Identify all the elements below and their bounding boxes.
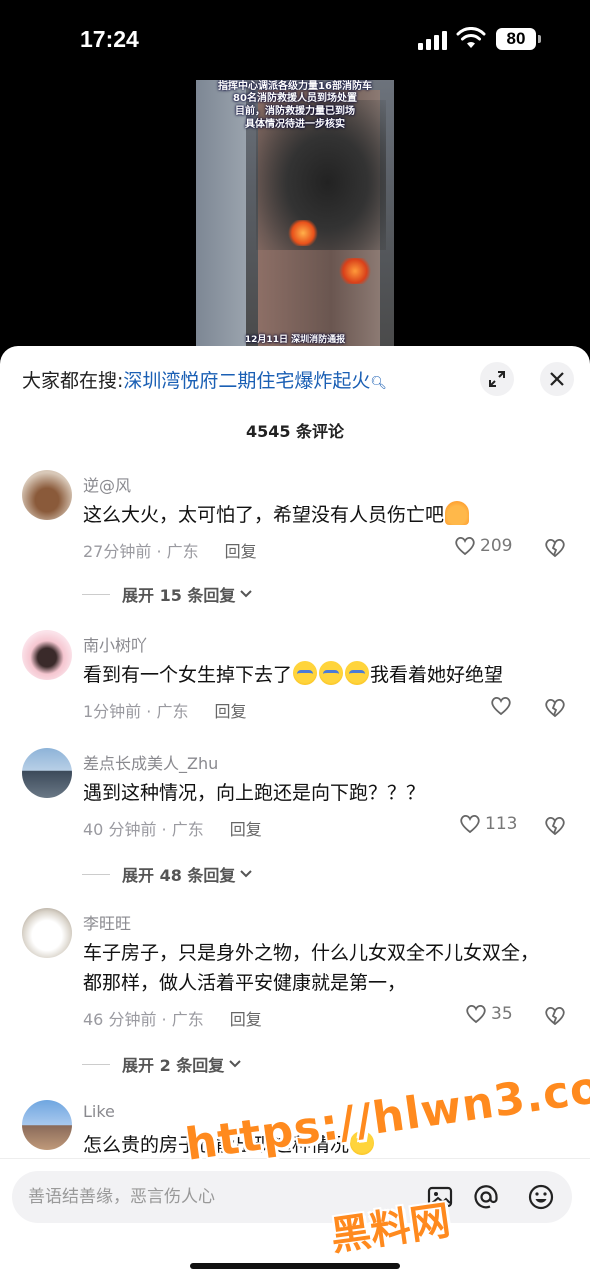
divider: [82, 593, 110, 595]
chevron-down-icon: [240, 590, 253, 598]
video-caption: 80名消防救援人员到场处置: [233, 93, 357, 104]
heart-icon: [491, 696, 511, 716]
dislike-icon[interactable]: [544, 816, 566, 836]
expand-sheet-button[interactable]: [480, 362, 514, 396]
expand-replies-button[interactable]: 展开 48 条回复: [82, 862, 254, 886]
comment-text: 看到有一个女生掉下去了 我看着她好绝望: [83, 660, 553, 690]
reply-button[interactable]: 回复: [230, 1010, 262, 1029]
crying-emoji-icon: [345, 661, 370, 685]
search-suggestion[interactable]: 大家都在搜:深圳湾悦府二期住宅爆炸起火🔍︎: [22, 366, 387, 393]
comment-username[interactable]: 差点长成美人_Zhu: [83, 750, 218, 774]
video-fire: [338, 258, 372, 284]
search-suggestion-prefix: 大家都在搜:: [22, 370, 124, 392]
crying-emoji-icon: [293, 661, 318, 685]
like-button[interactable]: 113: [459, 814, 517, 834]
search-icon: 🔍︎: [370, 376, 387, 391]
expand-replies-button[interactable]: 展开 15 条回复: [82, 582, 254, 606]
video-player[interactable]: 指挥中心调派各级力量16部消防车 80名消防救援人员到场处置 目前，消防救援力量…: [196, 80, 394, 350]
avatar[interactable]: [22, 908, 72, 958]
reply-button[interactable]: 回复: [230, 820, 262, 839]
battery-icon: 80: [496, 28, 536, 50]
comments-count: 4545 条评论: [245, 422, 345, 441]
reply-button[interactable]: 回复: [225, 542, 257, 561]
dislike-icon[interactable]: [544, 698, 566, 718]
divider: [82, 1063, 110, 1065]
like-button[interactable]: 35: [465, 1004, 513, 1024]
at-mention-icon[interactable]: [470, 1181, 502, 1213]
status-time: 17:24: [80, 26, 139, 52]
video-caption: 目前，消防救援力量已到场: [235, 106, 355, 117]
close-icon: [550, 372, 564, 386]
expand-replies-button[interactable]: 展开 2 条回复: [82, 1052, 243, 1076]
comment-input-container[interactable]: [12, 1171, 572, 1223]
status-bar: 17:24 80: [0, 0, 590, 80]
comment-time-location: 46 分钟前 · 广东: [83, 1010, 204, 1029]
like-count: 113: [485, 814, 518, 834]
wifi-icon: [456, 27, 486, 48]
dislike-icon[interactable]: [544, 538, 566, 558]
comment-username[interactable]: 李旺旺: [83, 910, 131, 934]
comment-time-location: 27分钟前 · 广东: [83, 542, 199, 561]
crying-emoji-icon: [319, 661, 344, 685]
like-button[interactable]: [490, 696, 512, 716]
dislike-icon[interactable]: [544, 1006, 566, 1026]
heart-icon: [460, 814, 480, 834]
comment-meta: 1分钟前 · 广东 回复: [83, 698, 246, 722]
comment-meta: 40 分钟前 · 广东 回复: [83, 816, 262, 840]
home-indicator: [190, 1263, 400, 1269]
emoji-icon[interactable]: [525, 1181, 557, 1213]
chevron-down-icon: [229, 1060, 241, 1068]
comment-text: 遇到这种情况，向上跑还是向下跑？？？: [83, 782, 426, 804]
avatar[interactable]: [22, 470, 72, 520]
like-count: 35: [491, 1004, 513, 1024]
comment-time-location: 1分钟前 · 广东: [83, 702, 189, 721]
pray-emoji-icon: [445, 501, 470, 525]
avatar[interactable]: [22, 630, 72, 680]
heart-icon: [455, 536, 475, 556]
video-caption: 具体情况待进一步核实: [245, 119, 345, 130]
comment-username[interactable]: Like: [83, 1102, 115, 1121]
comment-text: 车子房子，只是身外之物，什么儿女双全不儿女双全，都那样，做人活着平安健康就是第一…: [83, 942, 540, 994]
like-button[interactable]: 209: [454, 536, 512, 556]
close-sheet-button[interactable]: [540, 362, 574, 396]
chevron-down-icon: [240, 870, 253, 878]
avatar[interactable]: [22, 1100, 72, 1150]
comment-text: 这么大火，太可怕了，希望没有人员伤亡吧: [83, 500, 553, 530]
comment-time-location: 40 分钟前 · 广东: [83, 820, 204, 839]
heart-icon: [466, 1004, 486, 1024]
battery-tip: [538, 35, 541, 43]
like-count: 209: [480, 536, 513, 556]
comment-meta: 46 分钟前 · 广东 回复: [83, 1006, 262, 1030]
avatar[interactable]: [22, 748, 72, 798]
divider: [82, 873, 110, 875]
search-suggestion-keyword[interactable]: 深圳湾悦府二期住宅爆炸起火: [123, 370, 370, 392]
video-fire: [288, 220, 318, 246]
cellular-signal-icon: [418, 30, 450, 50]
comment-input-bar: [0, 1158, 590, 1280]
comment-username[interactable]: 南小树吖: [83, 632, 147, 656]
comment-username[interactable]: 逆@风: [83, 472, 131, 496]
reply-button[interactable]: 回复: [214, 702, 246, 721]
expand-icon: [489, 371, 505, 387]
comment-meta: 27分钟前 · 广东 回复: [83, 538, 257, 562]
